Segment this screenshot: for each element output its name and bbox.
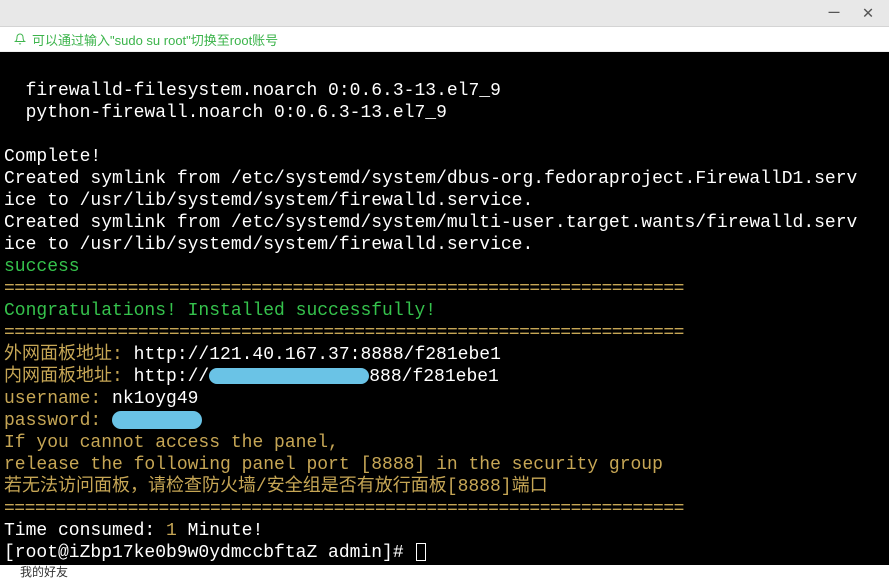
external-url-line: 外网面板地址: http://121.40.167.37:8888/f281eb… xyxy=(0,345,501,365)
internal-url-prefix: http:// xyxy=(134,367,210,387)
time-line: Time consumed: 1 Minute! xyxy=(0,521,263,541)
internal-url-label: 内网面板地址: xyxy=(4,367,134,387)
terminal-output[interactable]: firewalld-filesystem.noarch 0:0.6.3-13.e… xyxy=(0,52,889,565)
username-label: username: xyxy=(4,389,112,409)
close-icon: ✕ xyxy=(863,2,874,24)
bottom-strip: 我的好友 xyxy=(0,565,889,580)
close-button[interactable]: ✕ xyxy=(851,1,885,26)
minimize-icon: — xyxy=(829,3,840,23)
time-suffix: Minute! xyxy=(177,521,263,541)
external-url-value: http://121.40.167.37:8888/f281ebe1 xyxy=(134,345,501,365)
terminal-line: ice to /usr/lib/systemd/system/firewalld… xyxy=(0,191,533,211)
terminal-line: firewalld-filesystem.noarch 0:0.6.3-13.e… xyxy=(0,81,501,101)
terminal-line: ice to /usr/lib/systemd/system/firewalld… xyxy=(0,235,533,255)
warn-line-cn: 若无法访问面板，请检查防火墙/安全组是否有放行面板[8888]端口 xyxy=(0,477,548,497)
separator: ========================================… xyxy=(0,279,684,299)
warn-line: If you cannot access the panel, xyxy=(0,433,339,453)
username-value: nk1oyg49 xyxy=(112,389,198,409)
warn-line: release the following panel port [8888] … xyxy=(0,455,663,475)
cursor-icon xyxy=(416,543,426,561)
redacted-password xyxy=(112,411,202,429)
password-line: password: xyxy=(0,411,202,431)
terminal-line: Created symlink from /etc/systemd/system… xyxy=(0,169,857,189)
time-value: 1 xyxy=(166,521,177,541)
bell-icon xyxy=(14,33,26,45)
internal-url-line: 内网面板地址: http:// 888/f281ebe1 xyxy=(0,367,499,387)
hint-bar: 可以通过输入"sudo su root"切换至root账号 xyxy=(0,27,889,52)
password-label: password: xyxy=(4,411,112,431)
terminal-line: python-firewall.noarch 0:0.6.3-13.el7_9 xyxy=(0,103,447,123)
redacted-ip xyxy=(209,368,369,384)
external-url-label: 外网面板地址: xyxy=(4,345,134,365)
minimize-button[interactable]: — xyxy=(817,1,851,26)
time-label: Time consumed: xyxy=(4,521,166,541)
terminal-line: Complete! xyxy=(0,147,101,167)
terminal-line: Created symlink from /etc/systemd/system… xyxy=(0,213,857,233)
separator: ========================================… xyxy=(0,323,684,343)
prompt-text: [root@iZbp17ke0b9w0ydmccbftaZ admin]# xyxy=(4,543,414,563)
terminal-line-congrats: Congratulations! Installed successfully! xyxy=(0,301,436,321)
separator: ========================================… xyxy=(0,499,684,519)
internal-url-suffix: 888/f281ebe1 xyxy=(369,367,499,387)
username-line: username: nk1oyg49 xyxy=(0,389,198,409)
terminal-line-success: success xyxy=(0,257,80,277)
window-titlebar: — ✕ xyxy=(0,0,889,27)
bottom-text: 我的好友 xyxy=(20,565,68,580)
prompt-line[interactable]: [root@iZbp17ke0b9w0ydmccbftaZ admin]# xyxy=(0,543,426,563)
hint-text: 可以通过输入"sudo su root"切换至root账号 xyxy=(32,30,278,49)
